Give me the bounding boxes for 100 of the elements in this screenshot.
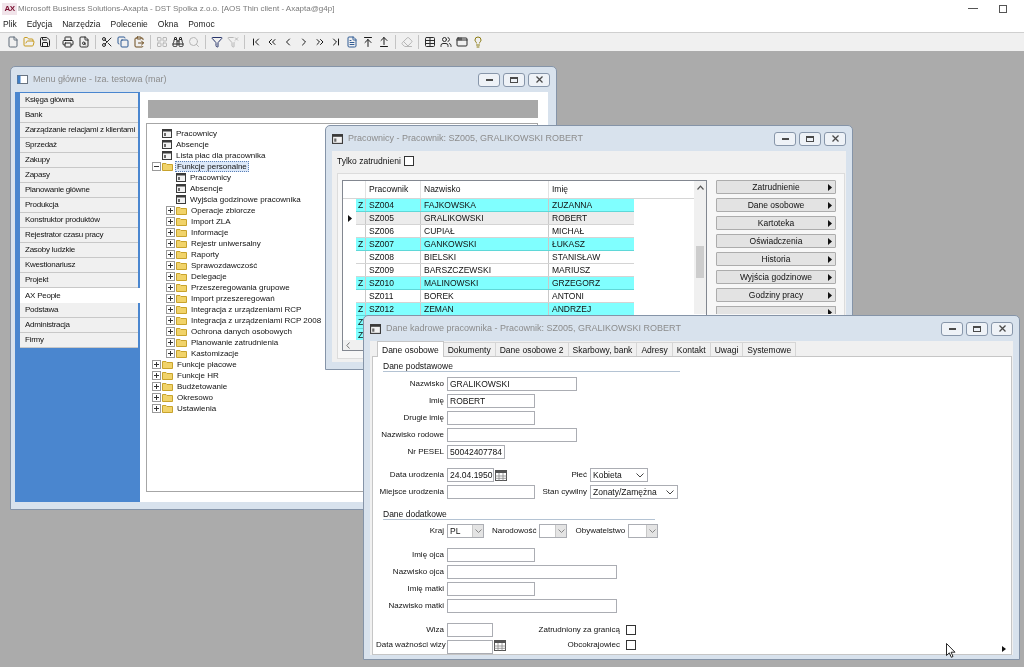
menu-item[interactable]: Pomoc: [188, 20, 215, 29]
tree-item[interactable]: Planowanie zatrudnienia: [189, 337, 281, 348]
tree-item[interactable]: Raporty: [189, 249, 221, 260]
arrow-up-to-line-icon[interactable]: [362, 36, 374, 48]
tab[interactable]: Adresy: [637, 342, 673, 356]
column-header[interactable]: Pracownik: [365, 181, 420, 198]
tree-item[interactable]: Sprawozdawczość: [189, 260, 260, 271]
file-search-icon[interactable]: [78, 36, 90, 48]
dropdown[interactable]: PL: [447, 524, 484, 538]
plus-box-icon[interactable]: [152, 382, 161, 391]
plus-box-icon[interactable]: [166, 294, 175, 303]
action-button[interactable]: Zatrudnienie: [716, 180, 836, 194]
module-item[interactable]: Rejestrator czasu pracy: [20, 228, 138, 243]
text-field[interactable]: [447, 623, 493, 637]
tree-item[interactable]: Integracja z urządzeniami RCP: [189, 304, 304, 315]
module-item[interactable]: Projekt: [20, 273, 138, 288]
plus-box-icon[interactable]: [166, 327, 175, 336]
tree-item[interactable]: Ochrona danych osobowych: [189, 326, 294, 337]
module-item[interactable]: Sprzedaż: [20, 138, 138, 153]
menu-item[interactable]: Plik: [3, 20, 17, 29]
text-field[interactable]: 50042407784: [447, 445, 505, 459]
text-field[interactable]: [447, 582, 535, 596]
column-header[interactable]: Imię: [548, 181, 634, 198]
tree-item[interactable]: Przeszeregowania grupowe: [189, 282, 292, 293]
tab[interactable]: Dane osobowe 2: [495, 342, 569, 356]
text-field[interactable]: ROBERT: [447, 394, 535, 408]
tree-item[interactable]: Delegacje: [189, 271, 229, 282]
tree-item[interactable]: Funkcje personalne: [175, 161, 249, 172]
action-button[interactable]: Historia: [716, 252, 836, 266]
plus-box-icon[interactable]: [166, 349, 175, 358]
vertical-scrollbar[interactable]: [694, 181, 706, 314]
minus-box-icon[interactable]: [152, 162, 161, 171]
arrow-up-from-line-icon[interactable]: [378, 36, 390, 48]
maximize-button[interactable]: [966, 321, 988, 336]
plus-box-icon[interactable]: [166, 206, 175, 215]
tab[interactable]: Dane osobowe: [377, 341, 444, 357]
table-row[interactable]: Z SZ004 FAJKOWSKA ZUZANNA: [356, 199, 634, 212]
module-item[interactable]: Kwestionariusz: [20, 258, 138, 273]
menu-item[interactable]: Okna: [157, 20, 179, 29]
date-field[interactable]: [447, 640, 493, 654]
action-button[interactable]: Wyjścia godzinowe: [716, 270, 836, 284]
app-window-icon[interactable]: [456, 36, 468, 48]
tree-item[interactable]: Wyjścia godzinowe pracownika: [188, 194, 303, 205]
tree-item[interactable]: Import przeszeregowań: [189, 293, 277, 304]
copy-icon[interactable]: [117, 36, 129, 48]
action-button[interactable]: Dane osobowe: [716, 198, 836, 212]
menu-item[interactable]: Edycja: [26, 20, 53, 29]
tab[interactable]: Kontakt: [672, 342, 711, 356]
plus-box-icon[interactable]: [166, 316, 175, 325]
caret-right-icon[interactable]: [1002, 646, 1006, 652]
column-header[interactable]: Nazwisko: [420, 181, 548, 198]
users-icon[interactable]: [440, 36, 452, 48]
table-row[interactable]: SZ005 GRALIKOWSKI ROBERT: [356, 212, 634, 225]
file-icon[interactable]: [7, 36, 19, 48]
minimize-button[interactable]: [774, 131, 796, 146]
scrollbar-thumb[interactable]: [696, 246, 704, 278]
tab[interactable]: Dokumenty: [443, 342, 496, 356]
module-item[interactable]: Księga główna: [20, 93, 138, 108]
chevron-last-icon[interactable]: [330, 36, 342, 48]
chevron-first-icon[interactable]: [250, 36, 262, 48]
date-field[interactable]: 24.04.1950: [447, 468, 494, 482]
module-item[interactable]: Zarządzanie relacjami z klientami: [20, 123, 138, 138]
tree-item[interactable]: Absencje: [174, 139, 211, 150]
plus-box-icon[interactable]: [166, 228, 175, 237]
plus-box-icon[interactable]: [166, 239, 175, 248]
table-row[interactable]: SZ006 CUPIAŁ MICHAŁ: [356, 225, 634, 238]
calendar-icon[interactable]: [495, 469, 507, 481]
tree-item[interactable]: Import ZLA: [189, 216, 233, 227]
action-button[interactable]: Oświadczenia: [716, 234, 836, 248]
checkbox[interactable]: [403, 156, 414, 166]
tree-item[interactable]: Pracownicy: [174, 128, 219, 139]
plus-box-icon[interactable]: [166, 261, 175, 270]
plus-box-icon[interactable]: [166, 338, 175, 347]
module-item[interactable]: Zapasy: [20, 168, 138, 183]
maximize-button[interactable]: [503, 72, 525, 87]
dropdown[interactable]: Zonaty/Zamężna: [590, 485, 678, 499]
text-field[interactable]: GRALIKOWSKI: [447, 377, 577, 391]
action-button[interactable]: Godziny pracy: [716, 288, 836, 302]
tree-item[interactable]: Ustawienia: [175, 403, 219, 414]
checkbox[interactable]: [626, 640, 636, 650]
module-item[interactable]: Konstruktor produktów: [20, 213, 138, 228]
tree-item[interactable]: Budżetowanie: [175, 381, 230, 392]
horizontal-scrollbar[interactable]: [343, 340, 363, 350]
module-item[interactable]: Zasoby ludzkie: [20, 243, 138, 258]
minimize-button[interactable]: [941, 321, 963, 336]
tab[interactable]: Skarbowy, bank: [568, 342, 638, 356]
chevron-left-icon[interactable]: [346, 341, 350, 349]
maximize-icon[interactable]: [999, 4, 1007, 13]
clipboard-icon[interactable]: [133, 36, 145, 48]
tree-item[interactable]: Operacje zbiorcze: [189, 205, 258, 216]
document-icon[interactable]: [346, 36, 358, 48]
table-icon[interactable]: [424, 36, 436, 48]
close-button[interactable]: [528, 72, 550, 87]
plus-box-icon[interactable]: [166, 250, 175, 259]
module-item[interactable]: Firmy: [20, 333, 138, 348]
menu-item[interactable]: Polecenie: [110, 20, 148, 29]
module-item[interactable]: AX People: [20, 288, 140, 303]
text-field[interactable]: [447, 599, 617, 613]
table-row[interactable]: SZ008 BIELSKI STANISŁAW: [356, 251, 634, 264]
text-field[interactable]: [447, 565, 617, 579]
